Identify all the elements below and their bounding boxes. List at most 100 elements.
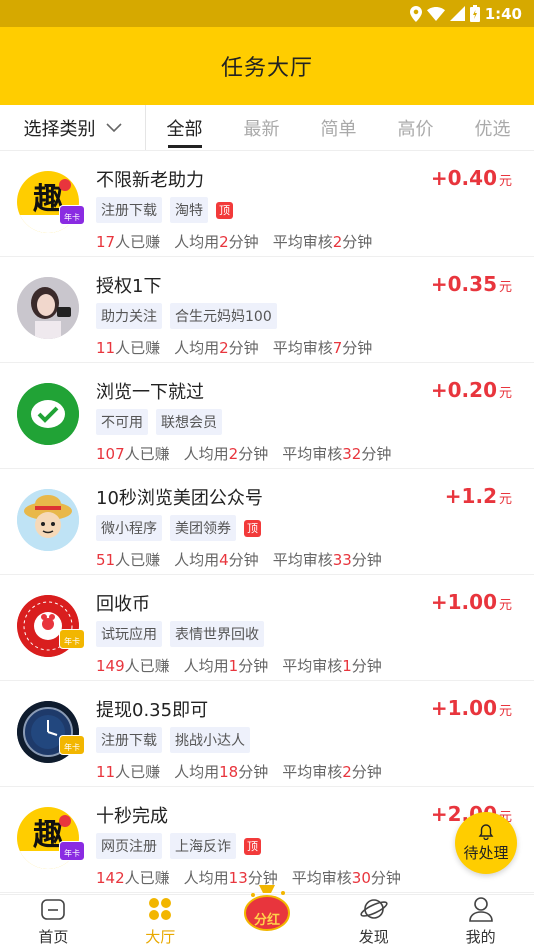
earned-count: 11人已赚	[96, 763, 161, 781]
task-item[interactable]: 趣 年卡 不限新老助力 注册下载 淘特 顶 17人已赚 人均用2分钟 平均审核2…	[0, 151, 534, 257]
reward-amount: +1.2	[444, 484, 497, 508]
nav-home[interactable]: 首页	[0, 895, 107, 950]
status-bar: 1:40	[0, 0, 534, 27]
nav-discover[interactable]: 发现	[320, 895, 427, 950]
battery-icon	[469, 5, 480, 22]
cartoon-boy-icon	[17, 489, 79, 551]
annual-card-badge: 年卡	[59, 735, 85, 755]
task-tag: 注册下载	[96, 727, 162, 753]
annual-card-badge: 年卡	[59, 841, 85, 861]
avg-time: 人均用4分钟	[174, 551, 259, 569]
avg-review-time: 平均审核2分钟	[272, 233, 373, 251]
nav-dividend-label: 分红	[253, 913, 280, 928]
pinned-badge: 顶	[244, 519, 261, 537]
task-stats: 17人已赚 人均用2分钟 平均审核2分钟	[96, 231, 372, 252]
bottom-nav: 首页 大厅 分红 发现 我的	[0, 885, 534, 950]
annual-card-badge: 年卡	[59, 205, 85, 225]
tab-all[interactable]: 全部	[146, 105, 223, 150]
task-tags: 注册下载 淘特 顶	[96, 197, 233, 223]
avg-time: 人均用18分钟	[174, 763, 269, 781]
location-icon	[409, 5, 422, 22]
task-reward: +0.40 元	[431, 166, 512, 190]
nav-hall-label: 大厅	[145, 928, 176, 946]
earned-count: 11人已赚	[96, 339, 161, 357]
task-title: 10秒浏览美团公众号	[96, 488, 263, 509]
tab-simple[interactable]: 简单	[300, 105, 377, 150]
task-tag: 联想会员	[156, 409, 222, 435]
reward-amount: +0.40	[430, 166, 497, 190]
task-item[interactable]: 年卡 提现0.35即可 注册下载 挑战小达人 11人已赚 人均用18分钟 平均审…	[0, 681, 534, 787]
reward-amount: +1.00	[430, 696, 497, 720]
task-avatar: 趣 年卡	[17, 807, 85, 869]
nav-dividend[interactable]: 分红	[214, 885, 321, 950]
avg-time: 人均用2分钟	[174, 233, 259, 251]
chevron-down-icon	[105, 122, 122, 132]
planet-icon	[360, 899, 388, 919]
task-tag: 淘特	[170, 197, 208, 223]
task-title: 回收币	[96, 594, 150, 615]
filter-bar: 选择类别 全部 最新 简单 高价 优选	[0, 105, 534, 151]
tab-preferred[interactable]: 优选	[454, 105, 531, 150]
tab-newest[interactable]: 最新	[223, 105, 300, 150]
task-tags: 网页注册 上海反诈 顶	[96, 833, 261, 859]
home-icon	[41, 899, 66, 920]
task-avatar: 年卡	[17, 595, 85, 657]
reward-amount: +1.00	[430, 590, 497, 614]
nav-mine-label: 我的	[465, 928, 496, 946]
task-list: 趣 年卡 不限新老助力 注册下载 淘特 顶 17人已赚 人均用2分钟 平均审核2…	[0, 151, 534, 893]
user-icon	[468, 897, 493, 922]
pending-button[interactable]: 待处理	[455, 812, 517, 874]
task-tag: 试玩应用	[96, 621, 162, 647]
task-tags: 微小程序 美团领券 顶	[96, 515, 261, 541]
task-avatar	[17, 277, 79, 339]
task-tags: 不可用 联想会员	[96, 409, 222, 435]
task-avatar	[17, 383, 79, 445]
category-select[interactable]: 选择类别	[0, 105, 146, 150]
reward-unit: 元	[498, 598, 512, 613]
task-tag: 网页注册	[96, 833, 162, 859]
earned-count: 17人已赚	[96, 233, 161, 251]
task-item[interactable]: 年卡 回收币 试玩应用 表情世界回收 149人已赚 人均用1分钟 平均审核1分钟…	[0, 575, 534, 681]
bell-icon	[478, 823, 494, 840]
tab-high-price[interactable]: 高价	[377, 105, 454, 150]
reward-unit: 元	[498, 174, 512, 189]
task-tag: 美团领券	[170, 515, 236, 541]
pinned-badge: 顶	[244, 837, 261, 855]
avg-review-time: 平均审核1分钟	[282, 657, 382, 675]
task-title: 提现0.35即可	[96, 700, 209, 721]
category-select-label: 选择类别	[23, 118, 96, 140]
task-reward: +1.00 元	[431, 696, 512, 720]
grid-icon	[149, 898, 172, 920]
earned-count: 51人已赚	[96, 551, 161, 569]
reward-amount: +0.35	[430, 272, 497, 296]
nav-mine[interactable]: 我的	[427, 895, 534, 950]
avg-review-time: 平均审核30分钟	[291, 869, 401, 887]
task-title: 不限新老助力	[96, 170, 204, 191]
status-time: 1:40	[484, 4, 522, 23]
task-tag: 上海反诈	[170, 833, 236, 859]
task-item[interactable]: 10秒浏览美团公众号 微小程序 美团领券 顶 51人已赚 人均用4分钟 平均审核…	[0, 469, 534, 575]
task-item[interactable]: 趣 年卡 十秒完成 网页注册 上海反诈 顶 142人已赚 人均用13分钟 平均审…	[0, 787, 534, 893]
task-tag: 挑战小达人	[170, 727, 250, 753]
pending-button-label: 待处理	[463, 843, 509, 862]
earned-count: 107人已赚	[96, 445, 170, 463]
annual-card-badge: 年卡	[59, 629, 85, 649]
task-tag: 注册下载	[96, 197, 162, 223]
avg-review-time: 平均审核2分钟	[282, 763, 382, 781]
chat-bubble-icon	[17, 383, 79, 445]
task-avatar: 年卡	[17, 701, 85, 763]
reward-unit: 元	[498, 492, 512, 507]
task-stats: 149人已赚 人均用1分钟 平均审核1分钟	[96, 655, 382, 676]
nav-hall[interactable]: 大厅	[107, 895, 214, 950]
task-tag: 微小程序	[96, 515, 162, 541]
task-reward: +1.00 元	[431, 590, 512, 614]
task-reward: +1.2 元	[445, 484, 512, 508]
pinned-badge: 顶	[216, 201, 233, 219]
nav-home-label: 首页	[38, 928, 69, 946]
task-tag: 表情世界回收	[170, 621, 264, 647]
task-tag: 不可用	[96, 409, 148, 435]
task-item[interactable]: 浏览一下就过 不可用 联想会员 107人已赚 人均用2分钟 平均审核32分钟 +…	[0, 363, 534, 469]
task-stats: 11人已赚 人均用18分钟 平均审核2分钟	[96, 761, 382, 782]
task-item[interactable]: 授权1下 助力关注 合生元妈妈100 11人已赚 人均用2分钟 平均审核7分钟 …	[0, 257, 534, 363]
avg-review-time: 平均审核7分钟	[272, 339, 373, 357]
